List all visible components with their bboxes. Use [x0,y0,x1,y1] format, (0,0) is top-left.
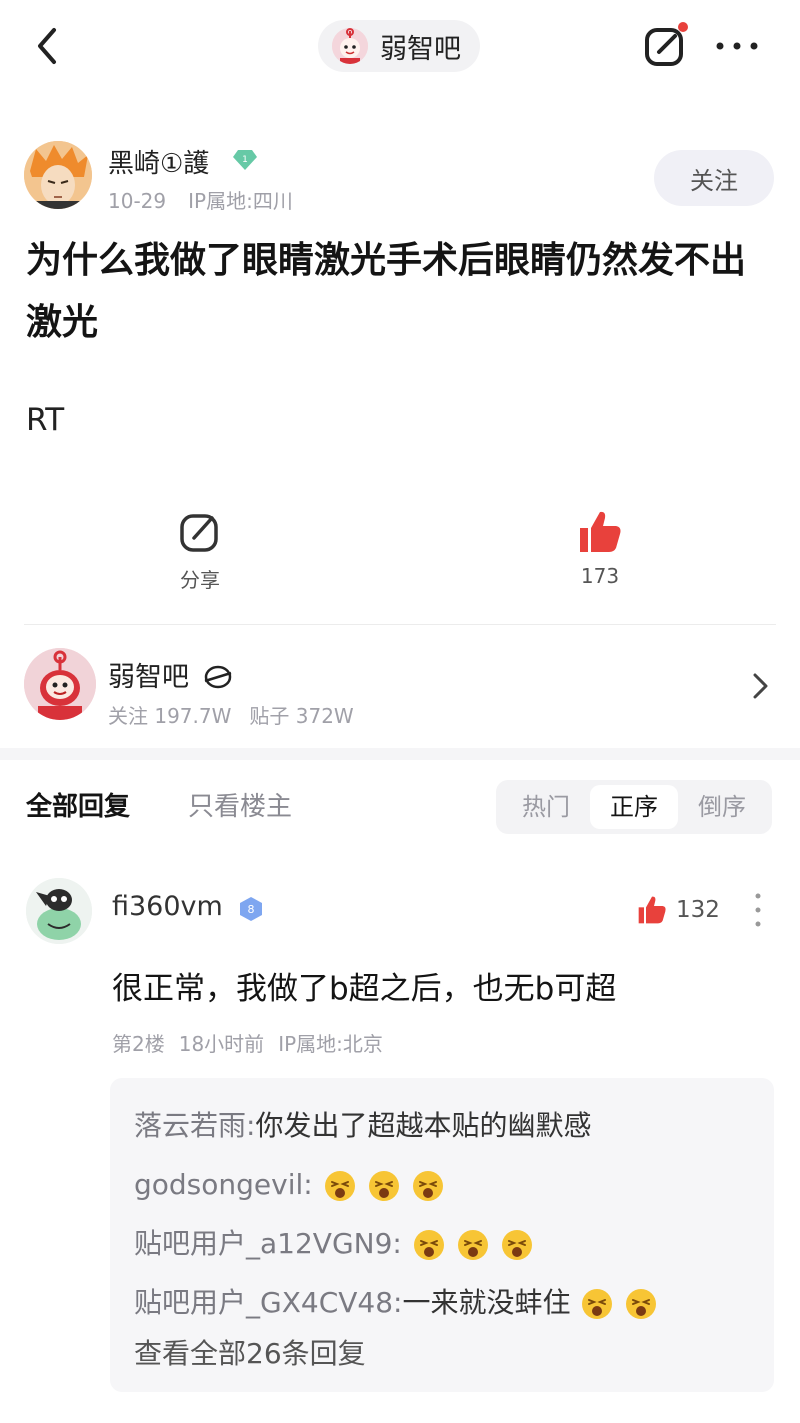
share-button[interactable]: 分享 [140,508,260,593]
more-icon [716,42,758,50]
sort-switch: 热门 正序 倒序 [496,780,772,834]
thumb-up-icon [638,896,666,924]
sub-reply: 落云若雨: 你发出了超越本贴的幽默感 [134,1096,750,1155]
laughing-emoji-icon [323,1169,357,1203]
post-title: 为什么我做了眼睛激光手术后眼睛仍然发不出激光 [26,240,747,343]
sub-reply-emojis [402,1222,534,1266]
sub-reply-user[interactable]: godsongevil: [134,1163,313,1207]
laughing-emoji-icon [367,1169,401,1203]
reply-username[interactable]: fi360vm [112,891,223,922]
more-vertical-icon [755,893,761,927]
section-separator [0,748,800,760]
reply-text: 很正常，我做了b超之后，也无b可超 [112,971,617,1007]
sub-reply-user[interactable]: 贴吧用户_a12VGN9: [134,1222,402,1266]
follow-button[interactable]: 关注 [654,150,774,206]
back-button[interactable] [28,22,68,70]
sub-reply-emojis [313,1163,445,1207]
share-icon [180,514,218,552]
post-date: 10-29 [108,189,167,213]
forum-avatar-small [332,28,368,64]
share-label: 分享 [180,568,220,592]
reply-ip: IP属地:北京 [278,1032,383,1056]
reply-avatar[interactable] [26,878,92,944]
forum-posts: 贴子 372W [249,704,354,728]
laughing-emoji-icon [580,1287,614,1321]
divider [24,624,776,625]
author-avatar[interactable] [24,141,92,209]
laughing-emoji-icon [500,1228,534,1262]
reply-level-badge-icon: 8 [238,896,264,922]
sub-replies-box[interactable]: 落云若雨: 你发出了超越本贴的幽默感 godsongevil: 贴吧用户_a12… [110,1078,774,1392]
forum-open-button[interactable] [748,668,772,704]
view-all-replies-link[interactable]: 查看全部26条回复 [134,1332,750,1376]
sub-reply: godsongevil: [134,1155,750,1214]
forum-meta: 关注 197.7W 贴子 372W [108,700,354,729]
tab-op-only[interactable]: 只看楼主 [188,786,292,823]
post-ip: IP属地:四川 [188,189,293,213]
forum-name[interactable]: 弱智吧 [108,655,189,694]
level-badge-icon: 1 [232,149,258,171]
sort-asc[interactable]: 正序 [590,785,678,829]
sub-reply: 贴吧用户_GX4CV48: 一来就没蚌住 [134,1273,750,1332]
sort-hot[interactable]: 热门 [502,785,590,829]
level-badge-number: 1 [242,155,248,165]
post-body: RT [26,402,65,438]
thumb-up-icon [580,511,621,552]
more-button[interactable] [714,32,760,60]
forum-pill[interactable]: 弱智吧 [318,20,480,72]
sort-desc[interactable]: 倒序 [678,785,766,829]
top-bar: 弱智吧 [0,0,800,96]
reply-like-count: 132 [676,897,720,923]
chevron-right-icon [753,673,768,699]
laughing-emoji-icon [624,1287,658,1321]
reply-time: 18小时前 [178,1032,265,1056]
author-name[interactable]: 黑崎①護 [108,143,209,180]
forum-tag-icon [202,664,234,690]
reply-level-number: 8 [248,903,255,916]
sub-reply: 贴吧用户_a12VGN9: [134,1214,750,1273]
sub-reply-emojis [570,1281,658,1325]
laughing-emoji-icon [411,1169,445,1203]
sub-reply-text: 一来就没蚌住 [402,1285,571,1319]
like-count: 173 [580,564,620,588]
chevron-left-icon [38,28,56,64]
edit-icon [645,22,688,66]
sub-reply-user[interactable]: 落云若雨: [134,1104,255,1148]
forum-followers: 关注 197.7W [108,704,232,728]
tab-all-replies[interactable]: 全部回复 [26,786,130,823]
reply-like-button[interactable]: 132 [636,892,726,928]
sub-reply-text: 你发出了超越本贴的幽默感 [255,1108,592,1142]
laughing-emoji-icon [456,1228,490,1262]
forum-avatar[interactable] [24,648,96,720]
sub-reply-user[interactable]: 贴吧用户_GX4CV48: [134,1281,402,1325]
reply-meta: 第2楼 18小时前 IP属地:北京 [112,1028,383,1057]
forum-pill-label: 弱智吧 [380,33,461,65]
laughing-emoji-icon [412,1228,446,1262]
author-meta: 10-29 IP属地:四川 [108,185,293,214]
like-button[interactable]: 173 [540,508,660,588]
edit-button[interactable] [642,20,690,70]
reply-floor: 第2楼 [112,1032,165,1056]
reply-more-button[interactable] [752,890,764,930]
